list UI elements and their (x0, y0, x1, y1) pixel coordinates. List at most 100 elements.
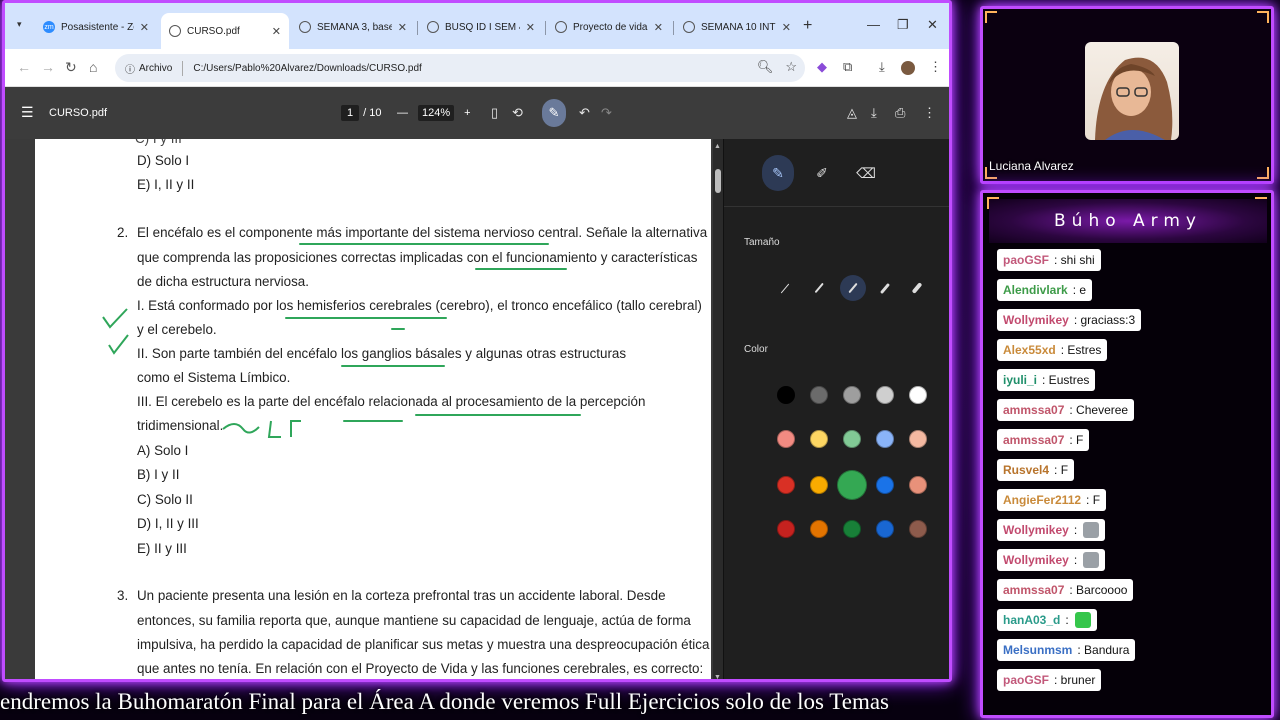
ai-assist-icon[interactable]: ◬ (847, 105, 857, 121)
undo-icon[interactable]: ↶ (579, 105, 590, 121)
color-swatch[interactable] (876, 520, 894, 538)
tab-curso-pdf[interactable]: CURSO.pdf ✕ (161, 13, 289, 49)
extension-gem-icon[interactable]: ◆ (817, 59, 827, 75)
pdf-text-line: que antes no tenía. En relación con el P… (137, 661, 704, 676)
chat-text: : F (1054, 463, 1069, 477)
more-options-icon[interactable]: ⋮ (923, 105, 936, 121)
download-icon[interactable]: ⤓ (871, 105, 877, 121)
color-swatch[interactable] (810, 430, 828, 448)
pdf-text-line: que comprenda las proposiciones correcta… (137, 250, 698, 265)
close-icon[interactable]: ✕ (782, 21, 791, 34)
page-total: / 10 (363, 107, 382, 119)
chat-message: ammssa07 : F (997, 429, 1090, 451)
color-swatch[interactable] (909, 430, 927, 448)
ticker-banner: endremos la Buhomaratón Final para el Ár… (0, 684, 965, 720)
size-option-2[interactable] (806, 275, 832, 301)
color-swatch[interactable] (909, 476, 927, 494)
close-icon[interactable]: ✕ (654, 21, 663, 34)
answer-option: B) I y II (137, 467, 180, 482)
color-swatch[interactable] (843, 386, 861, 404)
color-swatch[interactable] (777, 430, 795, 448)
emote-icon (1083, 552, 1100, 568)
color-swatch[interactable] (810, 476, 828, 494)
emote-icon (1074, 612, 1091, 628)
zoom-in-icon[interactable]: + (464, 107, 470, 119)
print-icon[interactable]: ⎙ (895, 105, 905, 121)
tab-proyecto-vida[interactable]: Proyecto de vida sem ✕ (547, 13, 671, 41)
color-swatch[interactable] (876, 476, 894, 494)
pdf-scrollbar[interactable]: ▲ ▼ (713, 139, 723, 679)
color-swatch[interactable] (810, 520, 828, 538)
color-label: Color (744, 344, 768, 355)
forward-icon[interactable]: → (41, 59, 55, 75)
chat-username: iyuli_i (1003, 373, 1038, 387)
menu-kebab-icon[interactable]: ⋮ (929, 59, 942, 75)
tab-semana-10[interactable]: SEMANA 10 INTELIGE ✕ (675, 13, 799, 41)
minimize-icon[interactable]: — (867, 17, 880, 32)
chat-title: Búho Army (989, 199, 1267, 243)
chat-text: : (1065, 613, 1069, 627)
size-option-1[interactable] (772, 275, 798, 301)
close-window-icon[interactable]: ✕ (927, 17, 938, 33)
highlighter-tool-button[interactable]: ✐ (806, 155, 838, 191)
rotate-icon[interactable]: ⟲ (512, 105, 523, 121)
pdf-page: C) I y III D) Solo I E) I, II y II 2. El… (35, 139, 711, 679)
chat-text: : Barcoooo (1069, 583, 1128, 597)
scroll-down-icon[interactable]: ▼ (714, 674, 721, 679)
color-swatch[interactable] (843, 430, 861, 448)
eraser-tool-button[interactable]: ⌫ (850, 155, 882, 191)
back-icon[interactable]: ← (17, 59, 31, 75)
tab-busq-id[interactable]: BUSQ ID I SEM 4 PSI ✕ (419, 13, 543, 41)
size-option-5[interactable] (904, 275, 930, 301)
color-swatch[interactable] (909, 386, 927, 404)
webcam-frame: Luciana Alvarez (980, 6, 1274, 184)
pdf-text-line: Un paciente presenta una lesión en la co… (137, 588, 666, 603)
color-swatch[interactable] (876, 430, 894, 448)
tab-zoom[interactable]: zm Posasistente - Zoom ✕ (35, 13, 157, 41)
question-number: 2. (117, 225, 129, 240)
size-label: Tamaño (744, 237, 780, 248)
extensions-icon[interactable]: ⧉ (843, 59, 852, 75)
scrollbar-thumb[interactable] (715, 169, 721, 193)
close-icon[interactable]: ✕ (526, 21, 535, 34)
fit-page-icon[interactable]: ▯ (491, 105, 498, 121)
zoom-lens-icon[interactable]: 🔍︎ (757, 59, 774, 75)
color-swatch[interactable] (777, 386, 795, 404)
site-info-chip[interactable]: ⓘ Archivo (125, 60, 184, 76)
home-icon[interactable]: ⌂ (89, 59, 97, 75)
zoom-icon: zm (43, 21, 55, 33)
color-swatch[interactable] (810, 386, 828, 404)
color-swatch[interactable] (909, 520, 927, 538)
tab-search-icon[interactable]: ▾ (17, 19, 22, 30)
color-swatch[interactable] (777, 476, 795, 494)
close-icon[interactable]: ✕ (140, 21, 149, 34)
size-option-3[interactable] (840, 275, 866, 301)
color-swatch[interactable] (777, 520, 795, 538)
size-option-4[interactable] (872, 275, 898, 301)
shared-screen: ▾ zm Posasistente - Zoom ✕ CURSO.pdf ✕ S… (2, 0, 952, 682)
chat-message: Melsunmsm : Bandura (997, 639, 1136, 661)
color-swatch[interactable] (876, 386, 894, 404)
restore-icon[interactable]: ❐ (897, 17, 909, 33)
profile-avatar[interactable] (901, 61, 915, 75)
reload-icon[interactable]: ↻ (65, 59, 77, 76)
pen-tool-button[interactable]: ✎ (762, 155, 794, 191)
color-swatch[interactable] (837, 470, 867, 500)
page-number-input[interactable]: 1 (341, 105, 360, 121)
tab-semana-3[interactable]: SEMANA 3, bases sor ✕ (291, 13, 415, 41)
zoom-level[interactable]: 124% (418, 105, 455, 121)
annotate-button[interactable]: ✎ (542, 99, 566, 127)
new-tab-icon[interactable]: + (803, 17, 812, 35)
chat-panel: Búho Army paoGSF : shi shi Alendivlark : … (980, 190, 1274, 718)
ink-underline (285, 317, 447, 319)
close-icon[interactable]: ✕ (398, 21, 407, 34)
menu-hamburger-icon[interactable]: ☰ (21, 104, 34, 121)
scroll-up-icon[interactable]: ▲ (714, 143, 721, 150)
redo-icon[interactable]: ↷ (601, 105, 612, 121)
zoom-out-icon[interactable]: — (397, 107, 408, 119)
color-swatch[interactable] (843, 520, 861, 538)
download-icon[interactable]: ⤓ (879, 59, 885, 75)
bookmark-star-icon[interactable]: ☆ (785, 59, 797, 75)
close-icon[interactable]: ✕ (272, 25, 281, 38)
address-bar[interactable]: ⓘ Archivo C:/Users/Pablo%20Alvarez/Downl… (115, 54, 805, 82)
